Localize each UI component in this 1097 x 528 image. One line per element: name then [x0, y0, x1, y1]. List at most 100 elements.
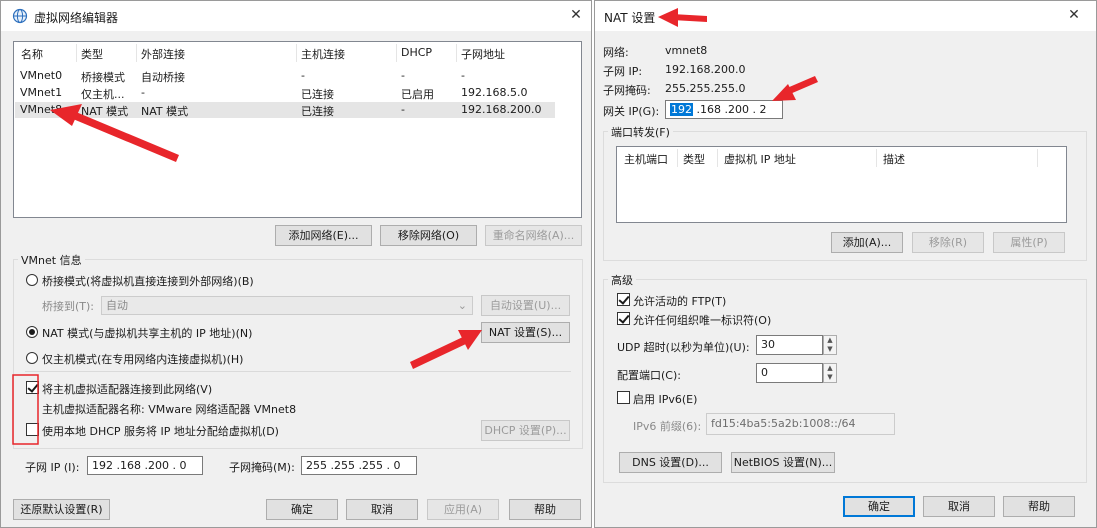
- column-header-name[interactable]: 名称: [21, 46, 43, 62]
- add-network-button[interactable]: 添加网络(E)...: [275, 225, 372, 246]
- restore-defaults-button[interactable]: 还原默认设置(R): [13, 499, 110, 520]
- row-host: 已连接: [301, 88, 334, 101]
- table-row[interactable]: VMnet8 NAT 模式 NAT 模式 已连接 - 192.168.200.0: [14, 103, 581, 119]
- allow-ftp-label[interactable]: 允许活动的 FTP(T): [633, 293, 726, 309]
- bridge-to-select[interactable]: 自动 ⌄: [101, 296, 473, 315]
- column-header-host-port[interactable]: 主机端口: [624, 151, 668, 167]
- bridge-mode-label[interactable]: 桥接模式(将虚拟机直接连接到外部网络)(B): [42, 273, 254, 289]
- dhcp-settings-button[interactable]: DHCP 设置(P)...: [481, 420, 570, 441]
- row-host: 已连接: [301, 105, 334, 118]
- subnet-ip-label: 子网 IP:: [603, 65, 643, 78]
- column-header-vm-ip[interactable]: 虚拟机 IP 地址: [724, 151, 796, 167]
- subnet-mask-input[interactable]: 255 .255 .255 . 0: [301, 456, 417, 475]
- connect-adapter-label[interactable]: 将主机虚拟适配器连接到此网络(V): [42, 381, 212, 397]
- port-forwarding-list[interactable]: 主机端口 类型 虚拟机 IP 地址 描述: [616, 146, 1067, 223]
- host-only-radio[interactable]: [26, 352, 38, 364]
- chevron-up-icon[interactable]: ▲: [824, 336, 836, 345]
- row-subnet: -: [461, 69, 465, 82]
- row-external: NAT 模式: [141, 105, 189, 118]
- column-header-subnet[interactable]: 子网地址: [461, 46, 505, 62]
- row-external: 自动桥接: [141, 71, 185, 84]
- auto-settings-button[interactable]: 自动设置(U)...: [481, 295, 570, 316]
- enable-ipv6-label[interactable]: 启用 IPv6(E): [633, 391, 697, 407]
- subnet-ip-label: 子网 IP (I):: [25, 461, 80, 474]
- column-header-dhcp[interactable]: DHCP: [401, 46, 432, 59]
- gateway-label: 网关 IP(G):: [603, 105, 660, 118]
- nat-settings-window: NAT 设置 ✕ 网络: vmnet8 子网 IP: 192.168.200.0…: [594, 0, 1097, 528]
- help-button[interactable]: 帮助: [509, 499, 581, 520]
- ok-button[interactable]: 确定: [266, 499, 338, 520]
- use-dhcp-checkbox[interactable]: [26, 423, 39, 436]
- config-port-input[interactable]: 0: [756, 363, 823, 383]
- column-header-type[interactable]: 类型: [683, 151, 705, 167]
- network-list[interactable]: 名称 类型 外部连接 主机连接 DHCP 子网地址 VMnet0 桥接模式 自动…: [13, 41, 582, 218]
- column-header-external[interactable]: 外部连接: [141, 46, 185, 62]
- row-dhcp: 已启用: [401, 88, 434, 101]
- netbios-settings-button[interactable]: NetBIOS 设置(N)...: [731, 452, 835, 473]
- row-type: 仅主机...: [81, 88, 125, 101]
- apply-button[interactable]: 应用(A): [427, 499, 499, 520]
- column-header-host[interactable]: 主机连接: [301, 46, 345, 62]
- subnet-mask-value: 255.255.255.0: [665, 82, 746, 95]
- nat-mode-label[interactable]: NAT 模式(与虚拟机共享主机的 IP 地址)(N): [42, 325, 252, 341]
- rename-network-button[interactable]: 重命名网络(A)...: [485, 225, 582, 246]
- close-icon[interactable]: ✕: [1066, 7, 1082, 23]
- virtual-network-editor-window: 虚拟网络编辑器 ✕ 名称 类型 外部连接 主机连接 DHCP 子网地址 VMne…: [0, 0, 592, 528]
- connect-adapter-checkbox[interactable]: [26, 381, 39, 394]
- help-button[interactable]: 帮助: [1003, 496, 1075, 517]
- window-title: NAT 设置: [604, 11, 656, 25]
- nat-settings-button[interactable]: NAT 设置(S)...: [481, 322, 570, 343]
- chevron-down-icon: ⌄: [457, 299, 467, 312]
- column-header-type[interactable]: 类型: [81, 46, 103, 62]
- table-row[interactable]: VMnet1 仅主机... - 已连接 已启用 192.168.5.0: [14, 86, 581, 102]
- allow-uid-checkbox[interactable]: [617, 312, 630, 325]
- dns-settings-button[interactable]: DNS 设置(D)...: [619, 452, 722, 473]
- subnet-ip-value: 192.168.200.0: [665, 63, 746, 76]
- allow-uid-label[interactable]: 允许任何组织唯一标识符(O): [633, 312, 771, 328]
- bridge-mode-radio[interactable]: [26, 274, 38, 286]
- chevron-down-icon[interactable]: ▼: [824, 373, 836, 382]
- subnet-mask-label: 子网掩码(M):: [229, 461, 295, 474]
- udp-timeout-input[interactable]: 30: [756, 335, 823, 355]
- udp-timeout-label: UDP 超时(以秒为单位)(U):: [617, 341, 750, 354]
- pf-remove-button[interactable]: 移除(R): [912, 232, 984, 253]
- window-title: 虚拟网络编辑器: [34, 11, 119, 25]
- allow-ftp-checkbox[interactable]: [617, 293, 630, 306]
- cancel-button[interactable]: 取消: [923, 496, 995, 517]
- udp-timeout-stepper[interactable]: ▲ ▼: [823, 335, 837, 355]
- host-only-label[interactable]: 仅主机模式(在专用网络内连接虚拟机)(H): [42, 351, 243, 367]
- chevron-up-icon[interactable]: ▲: [824, 364, 836, 373]
- nat-mode-radio[interactable]: [26, 326, 38, 338]
- use-dhcp-label[interactable]: 使用本地 DHCP 服务将 IP 地址分配给虚拟机(D): [42, 423, 279, 439]
- table-row[interactable]: VMnet0 桥接模式 自动桥接 - - -: [14, 69, 581, 85]
- ipv6-prefix-input[interactable]: fd15:4ba5:5a2b:1008::/64: [706, 413, 895, 435]
- bridge-to-label: 桥接到(T):: [42, 300, 95, 313]
- row-name: VMnet0: [20, 69, 63, 82]
- subnet-ip-input[interactable]: 192 .168 .200 . 0: [87, 456, 203, 475]
- ok-button[interactable]: 确定: [843, 496, 915, 517]
- row-host: -: [301, 69, 305, 82]
- close-icon[interactable]: ✕: [568, 7, 584, 23]
- pf-properties-button[interactable]: 属性(P): [993, 232, 1065, 253]
- title-bar: 虚拟网络编辑器 ✕: [1, 1, 591, 31]
- network-globe-icon: [12, 8, 28, 24]
- enable-ipv6-checkbox[interactable]: [617, 391, 630, 404]
- cancel-button[interactable]: 取消: [346, 499, 418, 520]
- row-dhcp: -: [401, 103, 405, 116]
- ipv6-prefix-label: IPv6 前缀(6):: [633, 420, 702, 433]
- gateway-ip-input[interactable]: 192 .168 .200 . 2: [665, 100, 783, 119]
- port-forwarding-title: 端口转发(F): [608, 124, 673, 140]
- advanced-title: 高级: [608, 272, 636, 288]
- network-value: vmnet8: [665, 44, 708, 57]
- remove-network-button[interactable]: 移除网络(O): [380, 225, 477, 246]
- column-header-description[interactable]: 描述: [883, 151, 905, 167]
- gateway-selected-octet: 192: [670, 103, 693, 116]
- chevron-down-icon[interactable]: ▼: [824, 345, 836, 354]
- pf-add-button[interactable]: 添加(A)...: [831, 232, 903, 253]
- vmnet-info-title: VMnet 信息: [18, 252, 85, 268]
- bridge-to-value: 自动: [106, 299, 128, 312]
- row-dhcp: -: [401, 69, 405, 82]
- row-name: VMnet1: [20, 86, 63, 99]
- row-subnet: 192.168.200.0: [461, 103, 542, 116]
- config-port-stepper[interactable]: ▲ ▼: [823, 363, 837, 383]
